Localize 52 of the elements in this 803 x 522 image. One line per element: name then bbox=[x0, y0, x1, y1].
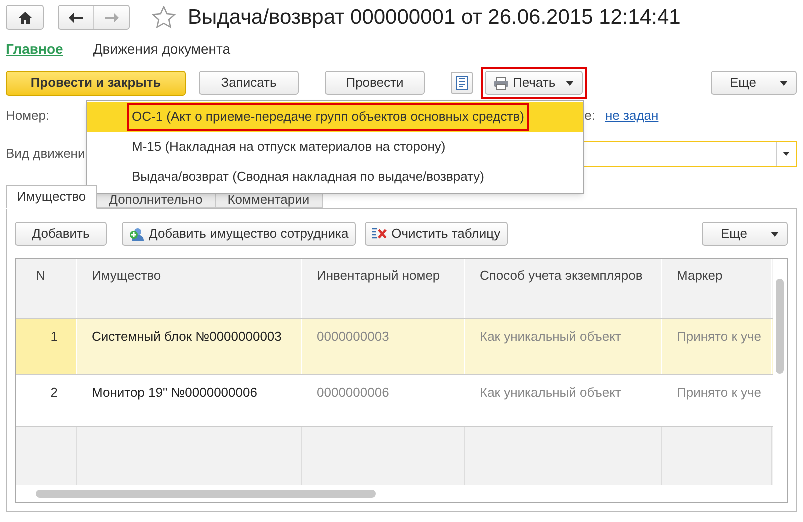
column-header[interactable]: Имущество bbox=[77, 259, 302, 318]
post-button[interactable]: Провести bbox=[325, 71, 425, 95]
responsible-link[interactable]: не задан bbox=[605, 106, 659, 126]
table-cell: Принято к уче bbox=[662, 319, 772, 374]
column-header[interactable]: Маркер bbox=[662, 259, 772, 318]
caret-icon bbox=[566, 80, 574, 86]
table-cell-text: Монитор 19" №0000000006 bbox=[91, 384, 258, 402]
printer-icon bbox=[494, 76, 509, 90]
table-cell-text: 0000000006 bbox=[316, 384, 390, 402]
caret-icon bbox=[780, 80, 788, 86]
back-arrow-icon bbox=[69, 12, 83, 22]
field-label: Номер: bbox=[6, 107, 50, 126]
post-and-close-button[interactable]: Провести и закрыть bbox=[6, 70, 186, 96]
caret-icon bbox=[771, 232, 779, 236]
more-button[interactable]: Еще bbox=[711, 71, 797, 95]
menu-item[interactable]: М-15 (Накладная на отпуск материалов на сторону) bbox=[87, 132, 583, 162]
clear-table-button[interactable]: Очистить таблицу bbox=[364, 222, 508, 246]
star-icon[interactable] bbox=[152, 6, 176, 29]
forward-arrow-icon bbox=[104, 12, 118, 22]
more-button[interactable]: Еще bbox=[702, 222, 788, 246]
menu-item[interactable]: ОС-1 (Акт о приеме-передаче групп объектов основных средств) bbox=[87, 102, 583, 132]
save-button[interactable]: Записать bbox=[199, 71, 299, 95]
window-title: Выдача/возврат 000000001 от 26.06.2015 12:14:41 bbox=[188, 4, 681, 31]
tab[interactable]: Имущество bbox=[6, 185, 98, 209]
section-link[interactable]: Главное bbox=[6, 38, 64, 60]
table-cell: 1 bbox=[16, 319, 77, 374]
column-header[interactable]: N bbox=[16, 259, 77, 318]
document-list-icon bbox=[456, 76, 468, 90]
table-cell-text: Принято к уче bbox=[676, 384, 763, 402]
table-cell-text: Как уникальный объект bbox=[479, 384, 622, 402]
table-cell: 0000000003 bbox=[302, 319, 465, 374]
print-button[interactable]: Печать bbox=[485, 71, 583, 95]
menu-item[interactable]: Выдача/возврат (Сводная накладная по выдаче/возврату) bbox=[87, 162, 583, 192]
home-button[interactable] bbox=[6, 5, 44, 30]
column-header[interactable]: Инвентарный номер bbox=[302, 259, 465, 318]
field-label: Вид движени bbox=[6, 145, 86, 164]
column-header[interactable]: Способ учета экземпляров bbox=[465, 259, 662, 318]
home-icon bbox=[18, 12, 32, 24]
caret-icon bbox=[783, 152, 790, 156]
section-link[interactable]: Движения документа bbox=[93, 38, 231, 60]
add-person-icon bbox=[129, 226, 145, 242]
field-label: е: bbox=[584, 107, 596, 126]
structure-button[interactable] bbox=[451, 72, 473, 94]
add-button[interactable]: Добавить bbox=[15, 222, 107, 246]
scroll-thumb[interactable] bbox=[776, 279, 784, 374]
table-cell: Системный блок №0000000003 bbox=[77, 319, 302, 374]
table-cell: Как уникальный объект bbox=[465, 319, 662, 374]
table-cell-text: 2 bbox=[50, 384, 59, 402]
add-employee-property-button[interactable]: Добавить имущество сотрудника bbox=[122, 222, 356, 246]
clear-list-icon bbox=[372, 228, 388, 240]
scroll-thumb[interactable] bbox=[36, 490, 376, 498]
table-row[interactable]: 1 Системный блок №0000000003 0000000003 Как уникальный объект Принято к уче bbox=[16, 319, 773, 375]
